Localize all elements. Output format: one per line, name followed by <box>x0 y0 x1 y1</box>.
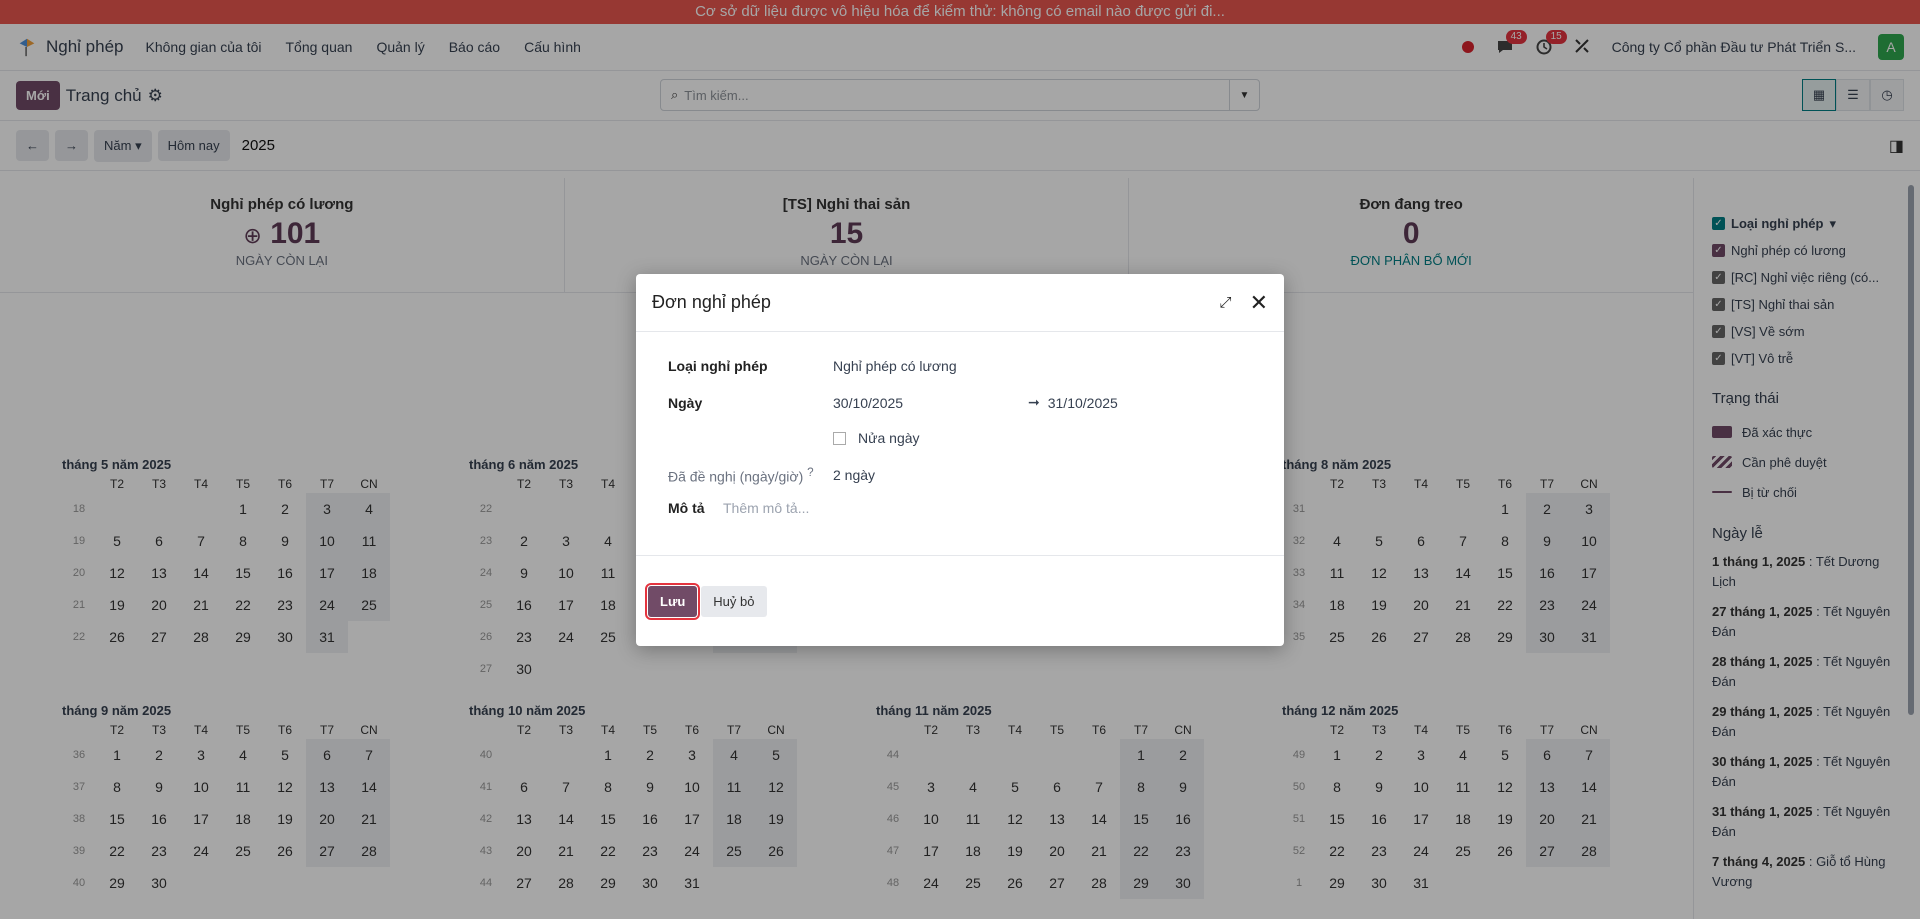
save-button[interactable]: Lưu <box>644 582 701 620</box>
date-from-field[interactable]: 30/10/2025 <box>833 395 1028 411</box>
half-day-row: Nửa ngày <box>668 430 920 446</box>
requested-value: 2 ngày <box>833 467 876 484</box>
arrow-right-icon: ➞ <box>1028 394 1040 410</box>
date-to-field[interactable]: 31/10/2025 <box>1048 395 1118 411</box>
leave-type-field[interactable]: Nghỉ phép có lương <box>833 358 957 374</box>
cancel-button[interactable]: Huỷ bỏ <box>701 585 767 617</box>
date-label: Ngày <box>668 394 703 411</box>
leave-type-label: Loại nghỉ phép <box>668 358 768 374</box>
date-row: Ngày 30/10/2025 ➞ 31/10/2025 <box>668 394 1118 411</box>
description-input[interactable]: Thêm mô tả... <box>723 500 809 516</box>
description-row: Mô tả Thêm mô tả... <box>668 500 809 516</box>
close-icon[interactable]: ✕ <box>1250 290 1268 316</box>
half-day-checkbox[interactable] <box>833 431 846 445</box>
dialog-header-actions: ⤢ ✕ <box>1220 290 1268 316</box>
requested-row: Đã đề nghị (ngày/giờ) ? 2 ngày <box>668 466 875 485</box>
requested-label-text: Đã đề nghị (ngày/giờ) <box>668 468 804 485</box>
half-day-label: Nửa ngày <box>858 430 920 446</box>
help-icon[interactable]: ? <box>807 466 813 479</box>
description-label: Mô tả <box>668 500 705 516</box>
dialog-header: Đơn nghỉ phép ⤢ ✕ <box>636 274 1284 332</box>
leave-request-dialog: Đơn nghỉ phép ⤢ ✕ Loại nghỉ phép Nghỉ ph… <box>636 274 1284 646</box>
dialog-title: Đơn nghỉ phép <box>652 292 771 312</box>
dialog-footer: Lưu Huỷ bỏ <box>636 555 1284 646</box>
expand-icon[interactable]: ⤢ <box>1220 294 1232 311</box>
dialog-body: Loại nghỉ phép Nghỉ phép có lương Ngày 3… <box>636 332 1284 555</box>
leave-type-row: Loại nghỉ phép Nghỉ phép có lương <box>668 358 957 374</box>
requested-label: Đã đề nghị (ngày/giờ) ? <box>668 466 833 485</box>
